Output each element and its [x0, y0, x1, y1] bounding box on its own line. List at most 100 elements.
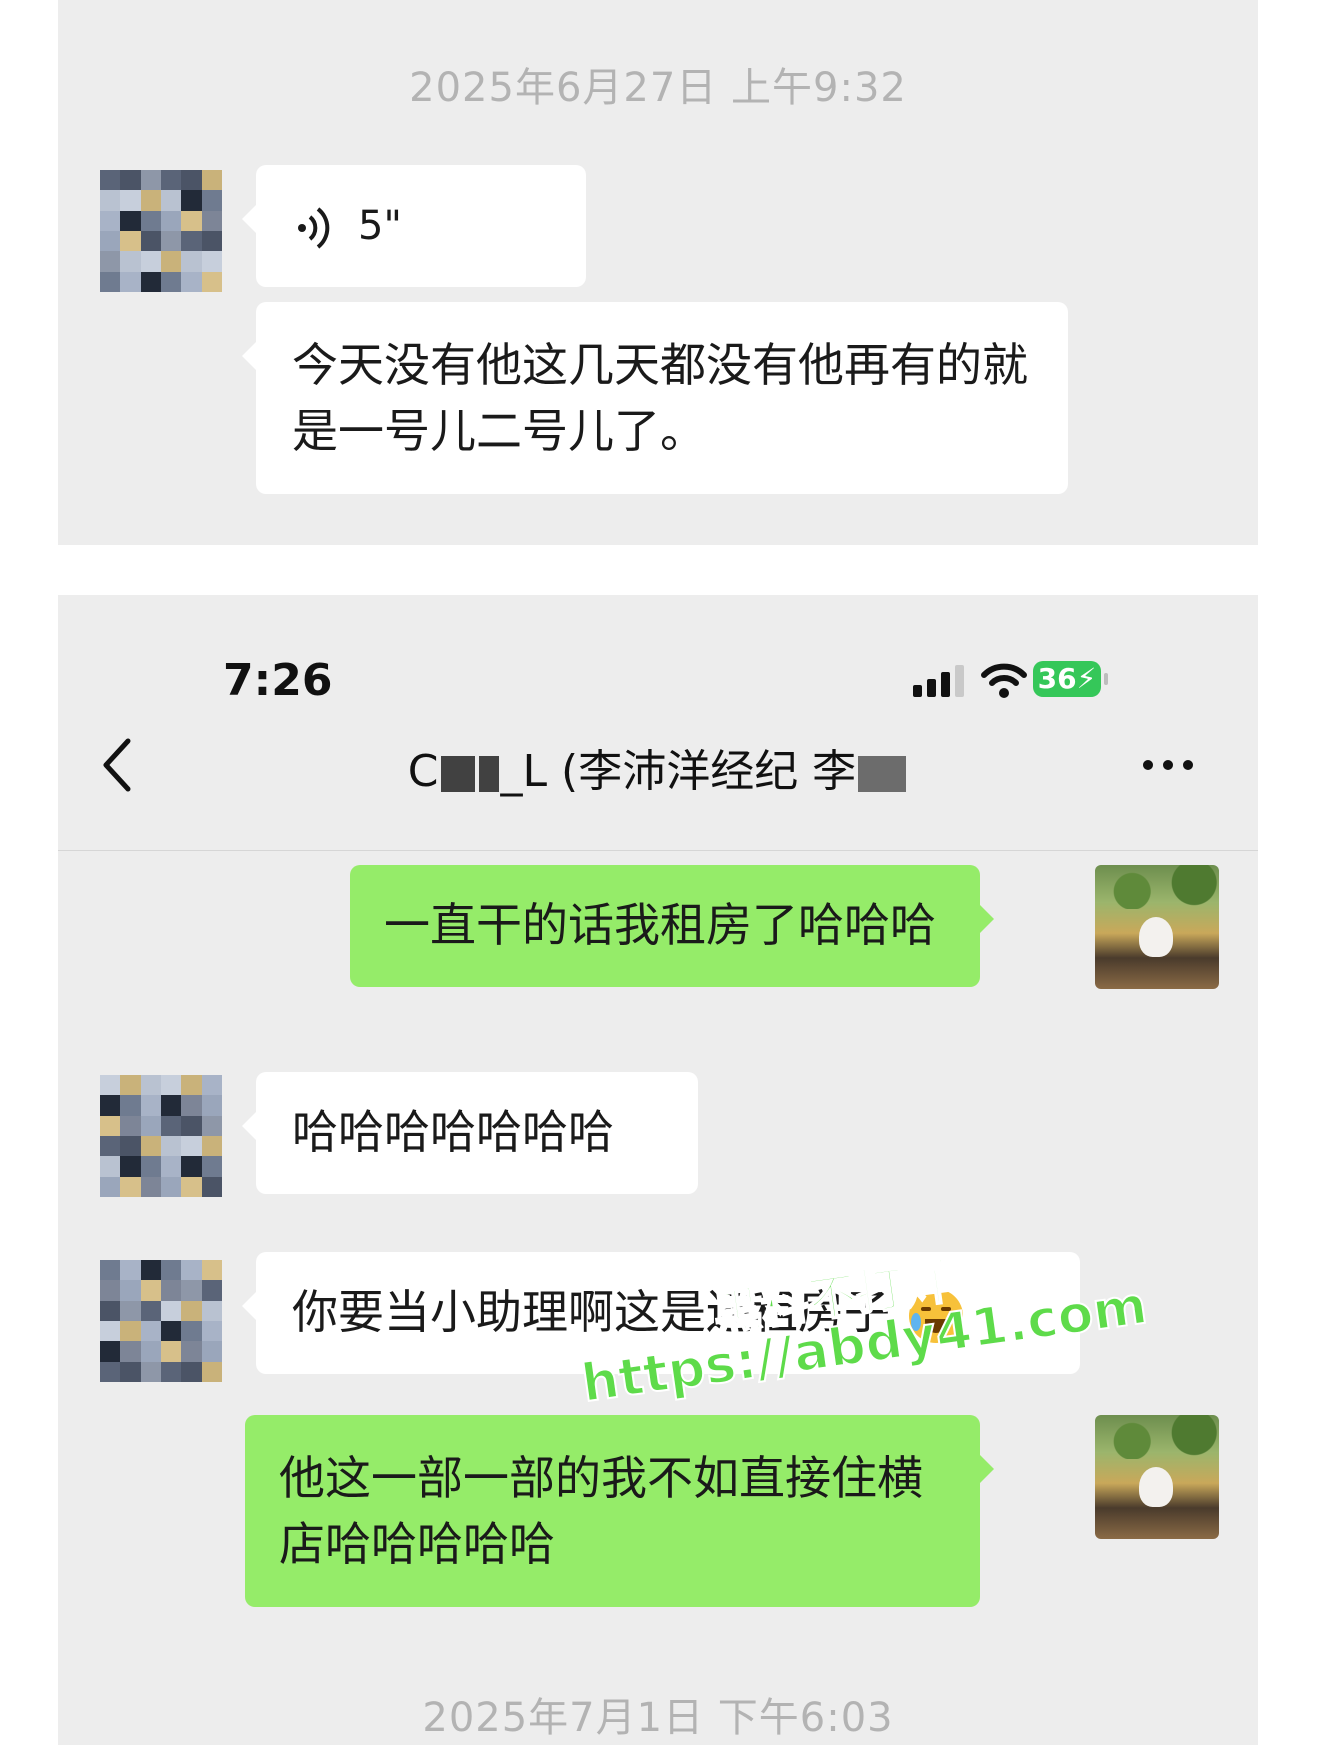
avatar-pixel — [140, 1095, 161, 1116]
avatar-pixel — [140, 190, 161, 211]
avatar-pixel — [201, 190, 222, 211]
avatar-pixel — [100, 271, 121, 292]
avatar-pixel — [161, 1300, 182, 1321]
avatar-pixel — [100, 231, 121, 252]
avatar-pixel — [201, 271, 222, 292]
avatar-pixel — [140, 1136, 161, 1157]
redaction-block — [858, 756, 907, 792]
sent-message-bubble[interactable]: 他这一部一部的我不如直接住横店哈哈哈哈哈 — [245, 1415, 994, 1607]
avatar-pixel — [100, 1280, 121, 1301]
avatar-pixel — [161, 1361, 182, 1382]
user-avatar[interactable] — [1095, 865, 1219, 989]
avatar-pixel — [120, 1361, 141, 1382]
received-message-bubble[interactable]: 你要当小助理啊这是还租房子 — [242, 1252, 1080, 1374]
more-dots-icon[interactable] — [1138, 755, 1198, 775]
avatar-pixel — [201, 1136, 222, 1157]
avatar-pixel — [120, 1095, 141, 1116]
avatar-pixel — [181, 170, 202, 191]
avatar-pixel — [100, 1075, 121, 1096]
avatar-pixel — [181, 1115, 202, 1136]
voice-wave-icon — [298, 207, 330, 249]
chevron-left-icon[interactable] — [98, 735, 138, 795]
avatar-pixel — [140, 210, 161, 231]
avatar-pixel — [120, 1115, 141, 1136]
avatar-pixel — [201, 231, 222, 252]
avatar-pixel — [140, 1361, 161, 1382]
avatar-pixel — [140, 1300, 161, 1321]
chat-title: C _L (李沛洋经纪 李 — [238, 735, 1078, 799]
received-message-bubble[interactable]: 哈哈哈哈哈哈哈 — [242, 1072, 698, 1194]
avatar-pixel — [181, 210, 202, 231]
avatar-pixel — [181, 251, 202, 272]
avatar-pixel — [100, 1341, 121, 1362]
avatar-pixel — [201, 1280, 222, 1301]
message-text: 你要当小助理啊这是还租房子 — [292, 1285, 890, 1339]
avatar-pixel — [161, 1136, 182, 1157]
avatar-pixel — [100, 1361, 121, 1382]
avatar-pixel — [120, 1341, 141, 1362]
avatar-pixel — [161, 1321, 182, 1342]
avatar-pixel — [181, 1095, 202, 1116]
avatar-pixel — [181, 190, 202, 211]
avatar-photo-dog — [1139, 917, 1173, 957]
avatar-pixel — [120, 1321, 141, 1342]
battery-nub — [1104, 673, 1108, 685]
avatar-pixel — [181, 271, 202, 292]
avatar-pixel — [161, 251, 182, 272]
avatar-photo-dog — [1139, 1467, 1173, 1507]
avatar-pixel — [100, 1095, 121, 1116]
avatar-pixel — [201, 1075, 222, 1096]
contact-avatar[interactable] — [100, 1260, 222, 1382]
avatar-pixel — [120, 1176, 141, 1197]
avatar-pixel — [201, 1341, 222, 1362]
avatar-pixel — [120, 1156, 141, 1177]
avatar-pixel — [181, 1280, 202, 1301]
avatar-pixel — [161, 1260, 182, 1281]
avatar-pixel — [100, 1136, 121, 1157]
voice-message-bubble[interactable]: 5" — [242, 165, 586, 287]
avatar-pixel — [140, 1156, 161, 1177]
status-bar-icons: 36⚡ — [913, 657, 1213, 707]
avatar-pixel — [161, 271, 182, 292]
avatar-pixel — [100, 1115, 121, 1136]
avatar-pixel — [100, 1321, 121, 1342]
avatar-pixel — [100, 1260, 121, 1281]
avatar-pixel — [100, 190, 121, 211]
avatar-pixel — [100, 170, 121, 191]
avatar-pixel — [120, 170, 141, 191]
contact-avatar[interactable] — [100, 170, 222, 292]
avatar-pixel — [181, 1156, 202, 1177]
avatar-pixel — [140, 231, 161, 252]
text-message-bubble[interactable]: 今天没有他这几天都没有他再有的就是一号儿二号儿了。 — [242, 302, 1068, 494]
avatar-pixel — [100, 251, 121, 272]
user-avatar[interactable] — [1095, 1415, 1219, 1539]
avatar-pixel — [120, 231, 141, 252]
avatar-pixel — [201, 170, 222, 191]
avatar-pixel — [120, 190, 141, 211]
avatar-pixel — [181, 1176, 202, 1197]
chat-screenshot-top: 2025年6月27日 上午9:32 5" 今天没有他这几天都没有他再有的就是一号… — [58, 0, 1258, 545]
avatar-pixel — [161, 170, 182, 191]
avatar-pixel — [181, 1260, 202, 1281]
wifi-icon — [981, 663, 1027, 698]
avatar-pixel — [161, 1176, 182, 1197]
chat-title-prefix: C — [407, 746, 439, 797]
avatar-pixel — [100, 1300, 121, 1321]
message-text: 哈哈哈哈哈哈哈 — [292, 1105, 614, 1159]
cellular-signal-icon — [913, 665, 964, 697]
avatar-pixel — [140, 251, 161, 272]
sent-message-bubble[interactable]: 一直干的话我租房了哈哈哈 — [350, 865, 994, 987]
avatar-pixel — [181, 231, 202, 252]
avatar-photo-foliage — [1095, 1415, 1219, 1459]
battery-indicator: 36⚡ — [1033, 661, 1101, 697]
avatar-pixel — [100, 210, 121, 231]
avatar-pixel — [201, 251, 222, 272]
avatar-pixel — [181, 1361, 202, 1382]
avatar-pixel — [181, 1341, 202, 1362]
message-text: 一直干的话我租房了哈哈哈 — [384, 898, 936, 952]
avatar-pixel — [161, 231, 182, 252]
contact-avatar[interactable] — [100, 1075, 222, 1197]
avatar-pixel — [201, 1176, 222, 1197]
avatar-pixel — [181, 1321, 202, 1342]
message-text: 今天没有他这几天都没有他再有的就是一号儿二号儿了。 — [292, 338, 1028, 458]
